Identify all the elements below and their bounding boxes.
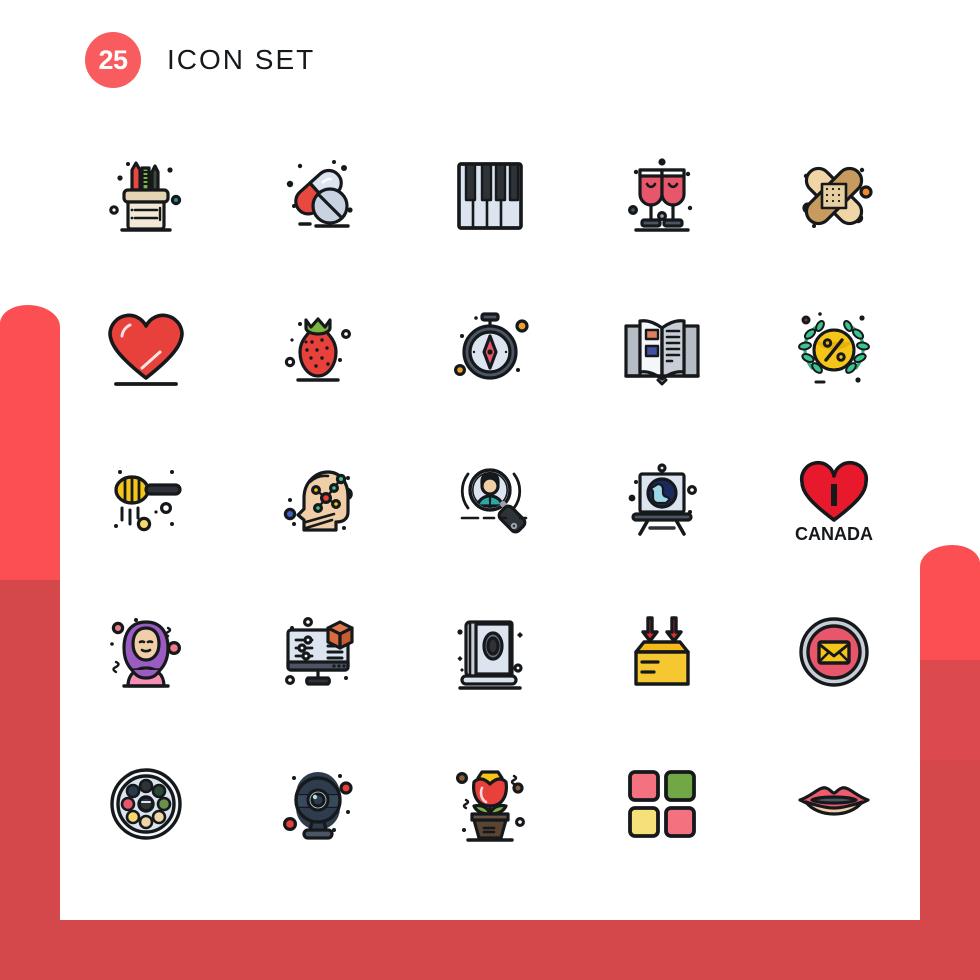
icon-cell-open-book[interactable] [576,272,748,424]
header: 25 ICON SET [60,0,920,120]
app-grid-icon [628,770,696,838]
icon-cell-champagne[interactable] [576,120,748,272]
webcam-icon [283,772,353,840]
piano-keys-icon [457,162,523,230]
icon-cell-heart[interactable] [60,272,232,424]
decor-right-mid-shape [920,660,980,770]
page-title: ICON SET [167,44,316,75]
discount-wreath-icon [798,312,870,384]
icon-cell-discount-wreath[interactable] [748,272,920,424]
icon-cell-lips[interactable] [748,728,920,880]
lips-icon [798,786,870,816]
icon-cell-brain-network[interactable] [232,424,404,576]
icon-cell-package-box[interactable] [576,576,748,728]
icon-cell-potted-flower[interactable] [404,728,576,880]
pills-icon [286,160,353,228]
brain-network-icon [283,470,353,532]
icon-cell-webcam[interactable] [232,728,404,880]
icon-cell-3d-modeling[interactable] [232,576,404,728]
package-box-icon [634,616,690,686]
icon-cell-app-grid[interactable] [576,728,748,880]
icon-cell-candidate-search[interactable] [404,424,576,576]
hijab-woman-icon [110,618,181,688]
quran-book-icon [457,620,523,690]
decor-bottom-band [0,920,980,980]
lens-wheel-icon [110,768,182,840]
icon-cell-strawberry[interactable] [232,272,404,424]
compass-icon [454,312,529,380]
open-book-icon [624,319,700,386]
icon-cell-i-love-canada[interactable]: CANADA [748,424,920,576]
i-love-canada-icon: CANADA [795,460,873,544]
icon-count-badge: 25 [85,32,141,88]
icon-cell-pills[interactable] [232,120,404,272]
strawberry-icon [284,317,351,382]
icon-cell-hijab-woman[interactable] [60,576,232,728]
champagne-glasses-icon [628,158,693,232]
icon-cell-compass[interactable] [404,272,576,424]
heart-icon [108,313,184,386]
icon-cell-piano[interactable] [404,120,576,272]
icon-cell-xray-display[interactable] [576,424,748,576]
pencil-holder-icon [109,161,182,232]
email-button-icon [799,617,869,687]
icon-cell-email-button[interactable] [748,576,920,728]
icon-cell-honey-dipper[interactable] [60,424,232,576]
candidate-search-icon [460,468,528,534]
potted-flower-icon [456,770,525,842]
xray-display-icon [628,463,697,536]
honey-dipper-icon [114,470,182,532]
3d-modeling-icon [285,617,354,686]
icon-cell-lens-wheel[interactable] [60,728,232,880]
canada-label: CANADA [795,524,873,544]
icon-grid: CANADA [60,120,920,880]
icon-cell-quran-book[interactable] [404,576,576,728]
bandages-icon [802,166,873,228]
icon-cell-bandages[interactable] [748,120,920,272]
icon-cell-pencil-holder[interactable] [60,120,232,272]
